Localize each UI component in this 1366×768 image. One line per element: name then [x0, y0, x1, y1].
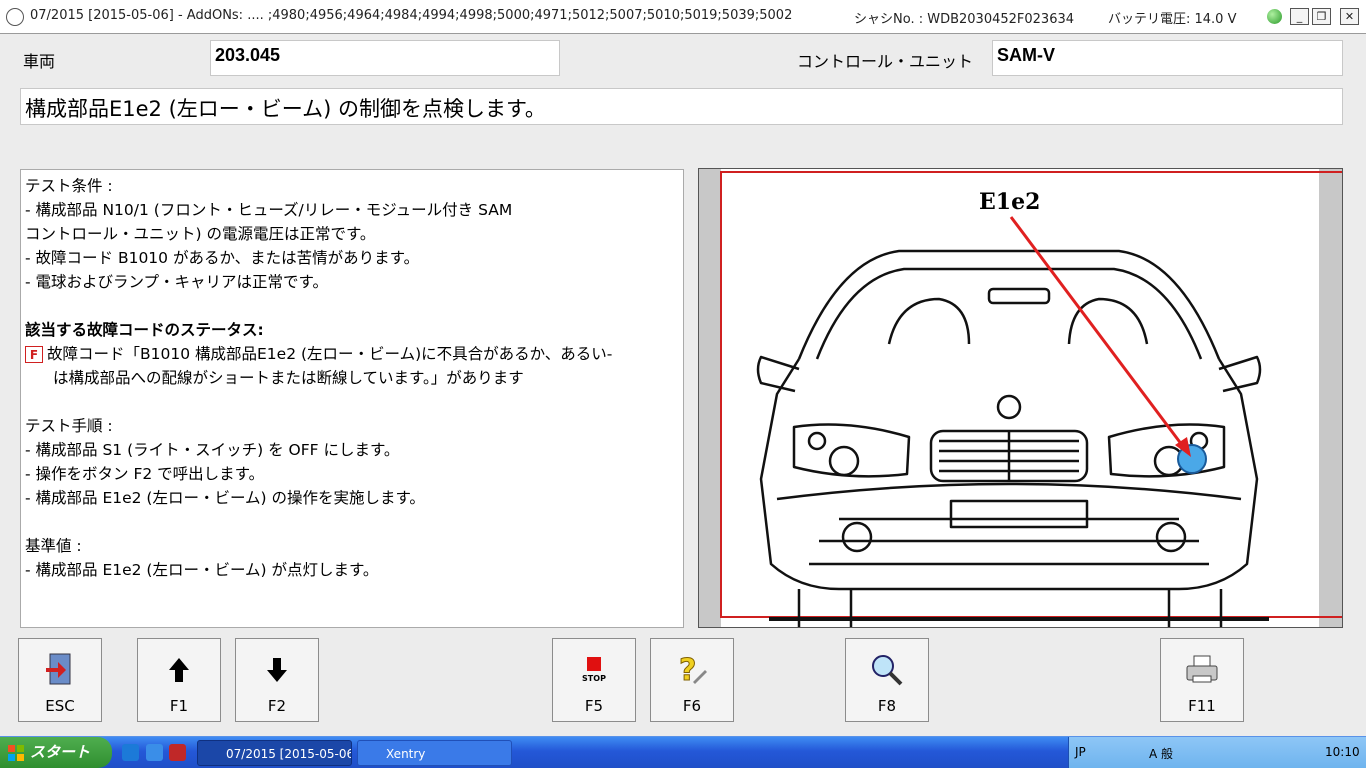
condition-line: コントロール・ユニット) の電源電圧は正常です。 [25, 225, 376, 243]
battery-voltage: バッテリ電圧: 14.0 V [1108, 12, 1237, 27]
chassis-number: シャシNo. : WDB2030452F023634 [854, 12, 1075, 27]
restore-button[interactable]: ❐ [1312, 8, 1331, 25]
condition-line: - 構成部品 N10/1 (フロント・ヒューズ/リレー・モジュール付き SAM [25, 201, 513, 219]
fault-status-title: 該当する故障コードのステータス: [25, 321, 264, 339]
fault-flag-icon: F [25, 346, 43, 363]
condition-line: - 故障コード B1010 があるか、または苦情があります。 [25, 249, 420, 267]
test-conditions-title: テスト条件 : [25, 177, 113, 195]
mercedes-star-icon [6, 8, 24, 26]
arrow-down-icon [267, 658, 287, 682]
magnifier-icon [872, 655, 903, 686]
system-tray: JP A 般 10:10 [1068, 737, 1366, 768]
fault-text-continued: は構成部品への配線がショートまたは断線しています。」があります [53, 369, 524, 387]
condition-line: - 電球およびランプ・キャリアは正常です。 [25, 273, 329, 291]
control-unit-label: コントロール・ユニット [797, 52, 974, 71]
procedure-title: テスト手順 : [25, 417, 113, 435]
test-heading: 構成部品E1e2 (左ロー・ビーム) の制御を点検します。 [20, 88, 1343, 125]
f11-button[interactable]: F11 [1160, 638, 1244, 722]
window-title: 07/2015 [2015-05-06] - AddONs: .... ;498… [30, 8, 793, 23]
vehicle-diagram-panel: E1e2 [698, 168, 1343, 628]
f1-button[interactable]: F1 [137, 638, 221, 722]
procedure-line: - 構成部品 E1e2 (左ロー・ビーム) の操作を実施します。 [25, 489, 425, 507]
taskbar: スタート 07/2015 [2015-05-06]... Xentry JP A… [0, 736, 1366, 768]
control-unit-field: SAM-V [992, 40, 1343, 76]
reference-title: 基準値 : [25, 537, 82, 555]
fault-text: 故障コード「B1010 構成部品E1e2 (左ロー・ビーム)に不具合があるか、あ… [47, 345, 613, 363]
browser-icon[interactable] [146, 744, 163, 761]
taskbar-item-xentry[interactable]: Xentry [357, 740, 512, 766]
car-front-diagram: E1e2 [720, 169, 1342, 627]
start-button[interactable]: スタート [0, 737, 112, 768]
battery-status-led-icon [1267, 9, 1282, 24]
procedure-line: - 操作をボタン F2 で呼出します。 [25, 465, 265, 483]
arrow-up-icon [169, 658, 189, 682]
exit-door-icon [46, 653, 71, 685]
function-key-bar: ESC F1 F2 STOP F5 ? F6 F8 F11 [0, 630, 1366, 736]
reference-line: - 構成部品 E1e2 (左ロー・ビーム) が点灯します。 [25, 561, 379, 579]
help-question-icon: ? [679, 653, 707, 688]
f5-button[interactable]: STOP F5 [552, 638, 636, 722]
f8-button[interactable]: F8 [845, 638, 929, 722]
printer-icon [1186, 655, 1218, 683]
esc-button[interactable]: ESC [18, 638, 102, 722]
vehicle-label: 車両 [23, 52, 56, 71]
instructions-panel[interactable]: テスト条件 : - 構成部品 N10/1 (フロント・ヒューズ/リレー・モジュー… [20, 169, 684, 628]
component-label: E1e2 [979, 189, 1040, 215]
clock[interactable]: 10:10 [1325, 745, 1360, 759]
procedure-line: - 構成部品 S1 (ライト・スイッチ) を OFF にします。 [25, 441, 400, 459]
taskbar-item-das[interactable]: 07/2015 [2015-05-06]... [197, 740, 352, 766]
f6-button[interactable]: ? F6 [650, 638, 734, 722]
f2-button[interactable]: F2 [235, 638, 319, 722]
ime-indicator[interactable]: A 般 [1149, 745, 1173, 762]
language-indicator[interactable]: JP [1075, 745, 1086, 759]
fault-line: F 故障コード「B1010 構成部品E1e2 (左ロー・ビーム)に不具合があるか、… [25, 342, 679, 366]
main-area: 車両 203.045 コントロール・ユニット SAM-V 構成部品E1e2 (左… [0, 34, 1366, 736]
vehicle-field: 203.045 [210, 40, 560, 76]
ie-icon[interactable] [122, 744, 139, 761]
minimize-button[interactable]: _ [1290, 8, 1309, 25]
windows-logo-icon [8, 745, 24, 761]
window-titlebar: 07/2015 [2015-05-06] - AddONs: .... ;498… [0, 0, 1366, 34]
close-button[interactable]: ✕ [1340, 8, 1359, 25]
app-shortcut-icon[interactable] [169, 744, 186, 761]
stop-icon [587, 657, 601, 671]
